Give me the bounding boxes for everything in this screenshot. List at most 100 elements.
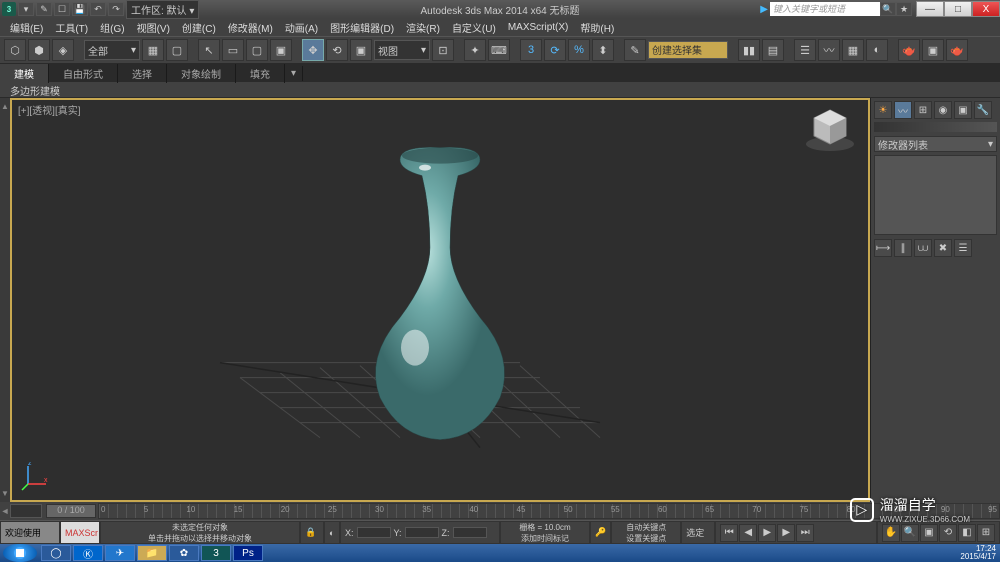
taskbar-chrome[interactable]: ◯ <box>41 545 71 561</box>
configure-icon[interactable]: ☰ <box>954 239 972 257</box>
menu-maxscript[interactable]: MAXScript(X) <box>502 20 575 35</box>
start-button[interactable] <box>3 544 37 562</box>
menu-graph[interactable]: 图形编辑器(D) <box>324 18 400 37</box>
coord-x-input[interactable] <box>357 527 391 538</box>
key-icon[interactable]: 🔑 <box>590 521 611 544</box>
crossing-icon[interactable]: ▢ <box>166 39 188 61</box>
select-filter-icon[interactable]: ▦ <box>142 39 164 61</box>
unlink-icon[interactable]: ⬢ <box>28 39 50 61</box>
rotate-icon[interactable]: ⟲ <box>326 39 348 61</box>
object-color[interactable] <box>874 122 997 132</box>
material-icon[interactable]: ◐ <box>866 39 888 61</box>
unique-icon[interactable]: ⩊ <box>914 239 932 257</box>
render-setup-icon[interactable]: 🫖 <box>898 39 920 61</box>
link-icon[interactable]: ⬡ <box>4 39 26 61</box>
redo-icon[interactable]: ↷ <box>108 2 124 16</box>
taskbar-photoshop[interactable]: Ps <box>233 545 263 561</box>
window-crossing-icon[interactable]: ▣ <box>270 39 292 61</box>
orbit-icon[interactable]: ⟲ <box>939 524 957 542</box>
pivot-icon[interactable]: ⊡ <box>432 39 454 61</box>
show-end-icon[interactable]: ∥ <box>894 239 912 257</box>
add-time-label[interactable]: 添加时间标记 <box>521 533 569 544</box>
menu-render[interactable]: 渲染(R) <box>400 18 446 37</box>
setkey-button[interactable]: 设置关键点 <box>626 533 666 544</box>
new-icon[interactable]: ✎ <box>36 2 52 16</box>
autokey-button[interactable]: 自动关键点 <box>626 522 666 533</box>
selection-set-input[interactable]: 创建选择集 <box>648 41 728 59</box>
filter-dropdown[interactable]: 全部▾ <box>84 40 140 60</box>
remove-mod-icon[interactable]: ✖ <box>934 239 952 257</box>
search-icon[interactable]: 🔍 <box>880 2 896 16</box>
hierarchy-tab-icon[interactable]: ⊞ <box>914 101 932 119</box>
minimize-button[interactable]: — <box>916 1 944 17</box>
tab-freeform[interactable]: 自由形式 <box>49 64 118 83</box>
maximize-vp-icon[interactable]: ⊞ <box>977 524 995 542</box>
play-icon[interactable]: ▶ <box>758 524 776 542</box>
taskbar-app1[interactable]: ✈ <box>105 545 135 561</box>
bind-icon[interactable]: ◈ <box>52 39 74 61</box>
ribbon-expand-icon[interactable]: ▾ <box>285 66 303 81</box>
gutter-down-icon[interactable]: ▼ <box>1 489 9 498</box>
viewport-label[interactable]: [+][透视][真实] <box>18 102 81 117</box>
menu-tools[interactable]: 工具(T) <box>49 18 94 37</box>
coord-dropdown[interactable]: 视图▾ <box>374 40 430 60</box>
pan-icon[interactable]: ✋ <box>882 524 900 542</box>
mirror-icon[interactable]: ▮▮ <box>738 39 760 61</box>
goto-end-icon[interactable]: ⏭ <box>796 524 814 542</box>
taskbar-kugou[interactable]: Ⓚ <box>73 545 103 561</box>
keyboard-icon[interactable]: ⌨ <box>488 39 510 61</box>
tab-populate[interactable]: 填充 <box>236 64 285 83</box>
workspace-selector[interactable]: 工作区: 默认 ▾ <box>126 0 199 19</box>
menu-create[interactable]: 创建(C) <box>176 18 222 37</box>
taskbar-explorer[interactable]: 📁 <box>137 545 167 561</box>
undo-icon[interactable]: ↶ <box>90 2 106 16</box>
prev-frame-icon[interactable]: ◀ <box>739 524 757 542</box>
motion-tab-icon[interactable]: ◉ <box>934 101 952 119</box>
taskbar-3dsmax[interactable]: 3 <box>201 545 231 561</box>
open-icon[interactable]: ☐ <box>54 2 70 16</box>
snap-icon[interactable]: 3 <box>520 39 542 61</box>
viewport[interactable]: [+][透视][真实] <box>10 98 870 502</box>
app-icon[interactable]: 3 <box>2 2 16 16</box>
timeline-left-icon[interactable]: ◄ <box>0 506 10 516</box>
coord-y-input[interactable] <box>405 527 439 538</box>
menu-view[interactable]: 视图(V) <box>131 18 176 37</box>
lock-icon[interactable]: 🔒 <box>300 521 324 544</box>
gutter-up-icon[interactable]: ▲ <box>1 102 9 111</box>
viewcube-icon[interactable] <box>802 106 858 156</box>
select-name-icon[interactable]: ▭ <box>222 39 244 61</box>
tab-selection[interactable]: 选择 <box>118 64 167 83</box>
close-button[interactable]: X <box>972 1 1000 17</box>
modifier-list-dropdown[interactable]: 修改器列表▾ <box>874 136 997 152</box>
pin-stack-icon[interactable]: ⟼ <box>874 239 892 257</box>
render-frame-icon[interactable]: ▣ <box>922 39 944 61</box>
schematic-icon[interactable]: ▦ <box>842 39 864 61</box>
edit-named-icon[interactable]: ✎ <box>624 39 646 61</box>
modifier-stack[interactable] <box>874 155 997 235</box>
manipulate-icon[interactable]: ✦ <box>464 39 486 61</box>
create-tab-icon[interactable]: ☀ <box>874 101 892 119</box>
frame-slider[interactable]: 0 / 100 <box>46 504 96 518</box>
utilities-tab-icon[interactable]: 🔧 <box>974 101 992 119</box>
coord-z-input[interactable] <box>453 527 487 538</box>
system-clock[interactable]: 17:24 2015/4/17 <box>960 545 996 561</box>
display-tab-icon[interactable]: ▣ <box>954 101 972 119</box>
scale-icon[interactable]: ▣ <box>350 39 372 61</box>
percent-snap-icon[interactable]: % <box>568 39 590 61</box>
menu-group[interactable]: 组(G) <box>94 18 130 37</box>
save-icon[interactable]: 💾 <box>72 2 88 16</box>
menu-modifiers[interactable]: 修改器(M) <box>222 18 279 37</box>
select-icon[interactable]: ↖ <box>198 39 220 61</box>
spinner-snap-icon[interactable]: ⬍ <box>592 39 614 61</box>
layers-icon[interactable]: ☰ <box>794 39 816 61</box>
angle-snap-icon[interactable]: ⟳ <box>544 39 566 61</box>
tab-object-paint[interactable]: 对象绘制 <box>167 64 236 83</box>
help-icon[interactable]: ★ <box>896 2 912 16</box>
menu-edit[interactable]: 编辑(E) <box>4 18 49 37</box>
timeline-thumb[interactable] <box>10 504 42 518</box>
modify-tab-icon[interactable]: 〰 <box>894 101 912 119</box>
render-icon[interactable]: 🫖 <box>946 39 968 61</box>
maxscript-label[interactable]: MAXScr <box>60 521 100 544</box>
maximize-button[interactable]: □ <box>944 1 972 17</box>
curve-editor-icon[interactable]: 〰 <box>818 39 840 61</box>
